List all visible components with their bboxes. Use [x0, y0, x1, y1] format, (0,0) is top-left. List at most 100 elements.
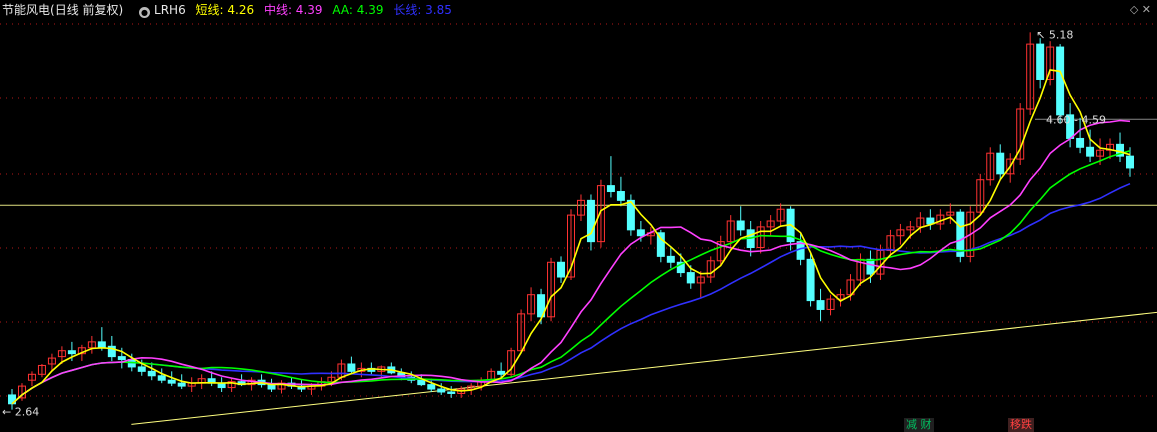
candle-body [427, 384, 436, 390]
candle-body [447, 391, 456, 394]
candle [27, 371, 36, 387]
candle [1026, 32, 1035, 115]
candle-body [347, 363, 356, 372]
candle-body [996, 152, 1005, 175]
candle-body [636, 229, 645, 237]
candle [187, 377, 196, 392]
stock-name: 节能风电 [2, 3, 51, 17]
indicator-long: 长线: 3.85 [393, 3, 452, 17]
candle [596, 179, 605, 248]
candle [696, 271, 705, 298]
candle [836, 288, 845, 307]
candle-body [686, 272, 695, 284]
diamond-icon[interactable]: ◇ [1130, 3, 1138, 16]
candle-body [167, 379, 176, 384]
candle-body [497, 370, 506, 375]
candlestick-chart[interactable]: ↖ 5.18 ← 2.64 4.60 - 4.59 [0, 0, 1157, 432]
candle-body [1056, 46, 1065, 116]
trend-line [131, 311, 1157, 425]
high-price-label: ↖ 5.18 [1036, 28, 1073, 41]
signal-badge-1: 减 财 [904, 418, 934, 432]
candle [277, 380, 286, 394]
candle [756, 221, 765, 254]
candle [1056, 44, 1065, 124]
candle [586, 194, 595, 251]
candle [37, 363, 46, 378]
candle-body [1036, 43, 1045, 80]
candle [447, 386, 456, 398]
candle [217, 377, 226, 392]
candle [826, 294, 835, 316]
candle-body [137, 366, 146, 372]
candle-body [67, 350, 76, 355]
indicator-mid: 中线: 4.39 [263, 3, 323, 17]
candle [616, 176, 625, 207]
indicator-short: 短线: 4.26 [195, 3, 255, 17]
candle [197, 374, 206, 390]
candle-body [97, 341, 106, 349]
candle [706, 256, 715, 283]
candle [257, 374, 266, 388]
candle [347, 356, 356, 375]
candle [1016, 103, 1025, 165]
candle [646, 226, 655, 245]
stock-title[interactable]: 节能风电(日线 前复权) [2, 3, 133, 17]
close-icon[interactable]: ✕ [1142, 3, 1151, 16]
candle [896, 223, 905, 245]
candle [1036, 38, 1045, 89]
candle [576, 194, 585, 221]
settings-icon[interactable]: ● [139, 7, 151, 18]
candle [287, 377, 296, 390]
candle-body [437, 388, 446, 393]
candle-body [616, 191, 625, 201]
low-price-label: ← 2.64 [2, 406, 39, 419]
candle-body [117, 356, 126, 361]
candle-body [177, 382, 186, 387]
line-value-label: 4.60 - 4.59 [1046, 113, 1106, 126]
candle [766, 215, 775, 236]
chart-header: 节能风电(日线 前复权) ● LRH6 短线: 4.26 中线: 4.39 AA:… [2, 1, 458, 19]
candle-body [666, 255, 675, 263]
candle [227, 378, 236, 392]
candle [666, 247, 675, 269]
candle-body [1076, 137, 1085, 148]
candle [926, 209, 935, 230]
candle [1116, 132, 1125, 163]
candle [147, 362, 156, 381]
candle [806, 253, 815, 307]
candle [557, 256, 566, 283]
candle [606, 156, 615, 198]
candle [816, 288, 825, 322]
candle-body [816, 300, 825, 310]
candle-body [806, 258, 815, 302]
signal-badge-2: 移跌 [1008, 418, 1034, 432]
candle-body [736, 220, 745, 231]
candle-body [557, 261, 566, 278]
candle [956, 209, 965, 263]
candle [1006, 153, 1015, 183]
candle-body [417, 379, 426, 386]
indicator-name[interactable]: LRH6 [154, 3, 186, 17]
candle [986, 147, 995, 186]
candle-body [147, 370, 156, 377]
candle [17, 383, 26, 401]
period-label: (日线 前复权) [50, 3, 124, 17]
candle-body [1126, 155, 1134, 169]
candle [736, 206, 745, 236]
candle [507, 347, 516, 378]
candle-body [866, 258, 875, 275]
candle-body [1086, 146, 1095, 157]
candle-body [157, 375, 166, 381]
candles [8, 32, 1134, 410]
indicator-aa: AA: 4.39 [332, 3, 384, 17]
candle [527, 287, 536, 322]
candle [547, 257, 556, 322]
candle [976, 173, 985, 216]
corner-controls: ◇ ✕ [1130, 3, 1151, 16]
candle [87, 335, 96, 354]
candle [157, 368, 166, 384]
candle [626, 194, 635, 236]
candle-body [606, 185, 615, 193]
candle [776, 203, 785, 227]
candle [387, 362, 396, 375]
